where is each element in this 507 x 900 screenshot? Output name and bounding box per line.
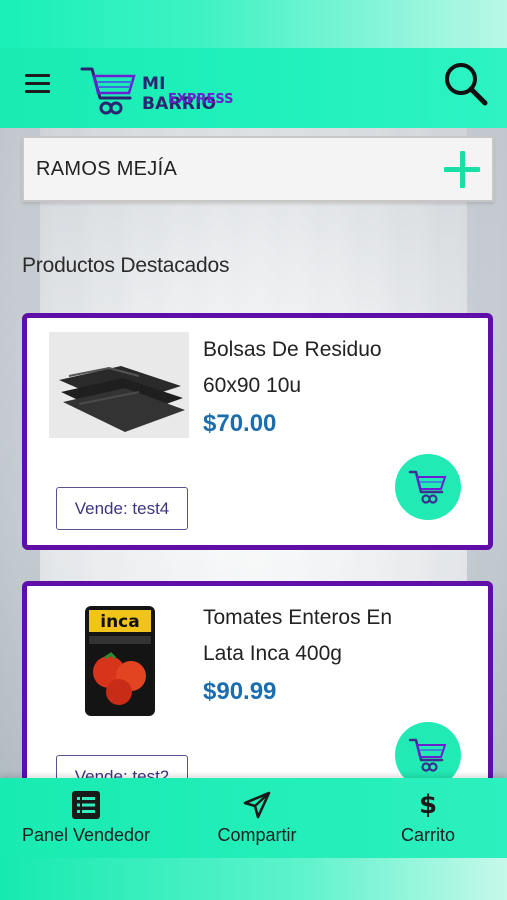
- nav-share-label: Compartir: [217, 825, 297, 845]
- cart-icon: [408, 470, 447, 504]
- bottom-nav: Panel Vendedor Compartir $ Carrito: [0, 778, 507, 858]
- location-bar[interactable]: RAMOS MEJÍA: [22, 136, 494, 202]
- app-bar: MI BARRIO EXPRESS: [0, 48, 507, 128]
- nav-compartir[interactable]: Compartir: [190, 778, 324, 858]
- menu-icon: [22, 74, 58, 93]
- search-button[interactable]: [440, 58, 492, 110]
- menu-button[interactable]: [22, 74, 58, 104]
- search-icon: [445, 63, 488, 106]
- logo-cart-icon: [80, 67, 136, 115]
- product-name: Tomates Enteros En Lata Inca 400g: [203, 600, 473, 672]
- product-card[interactable]: inca Tomates Enteros En Lata Inca 400g $…: [22, 581, 493, 778]
- product-price: $70.00: [203, 410, 277, 437]
- location-value: RAMOS MEJÍA: [36, 158, 178, 180]
- nav-carrito[interactable]: $ Carrito: [370, 778, 486, 858]
- dollar-icon: $: [418, 790, 438, 820]
- add-location-button[interactable]: [442, 148, 486, 192]
- add-to-cart-button[interactable]: [395, 722, 461, 778]
- nav-panel-vendedor[interactable]: Panel Vendedor: [0, 778, 172, 858]
- product-price: $90.99: [203, 678, 277, 705]
- product-name-line1: Bolsas De Residuo: [203, 338, 382, 361]
- product-image-brand: inca: [100, 612, 139, 632]
- product-image-garbage-bags: [49, 332, 189, 438]
- send-icon: [243, 791, 271, 819]
- status-bar: [0, 0, 507, 48]
- seller-badge[interactable]: Vende: test2: [56, 755, 188, 778]
- system-nav-strip: [0, 858, 507, 900]
- product-name-line2: Lata Inca 400g: [203, 642, 342, 665]
- nav-cart-label: Carrito: [400, 825, 455, 845]
- cart-icon: [408, 738, 447, 772]
- product-name: Bolsas De Residuo 60x90 10u: [203, 332, 473, 404]
- seller-badge[interactable]: Vende: test4: [56, 487, 188, 530]
- logo-text-bottom: EXPRESS: [168, 92, 234, 107]
- list-icon: [72, 791, 100, 819]
- section-title: Productos Destacados: [22, 254, 230, 277]
- product-image-tomato-can: inca: [49, 600, 189, 720]
- nav-panel-label: Panel Vendedor: [21, 825, 151, 845]
- main-content[interactable]: RAMOS MEJÍA Productos Destacados Bolsas …: [0, 128, 507, 778]
- product-name-line1: Tomates Enteros En: [203, 606, 393, 629]
- add-to-cart-button[interactable]: [395, 454, 461, 520]
- product-name-line2: 60x90 10u: [203, 374, 302, 397]
- app-logo: MI BARRIO EXPRESS: [80, 62, 240, 118]
- product-card[interactable]: Bolsas De Residuo 60x90 10u $70.00 Vende…: [22, 313, 493, 550]
